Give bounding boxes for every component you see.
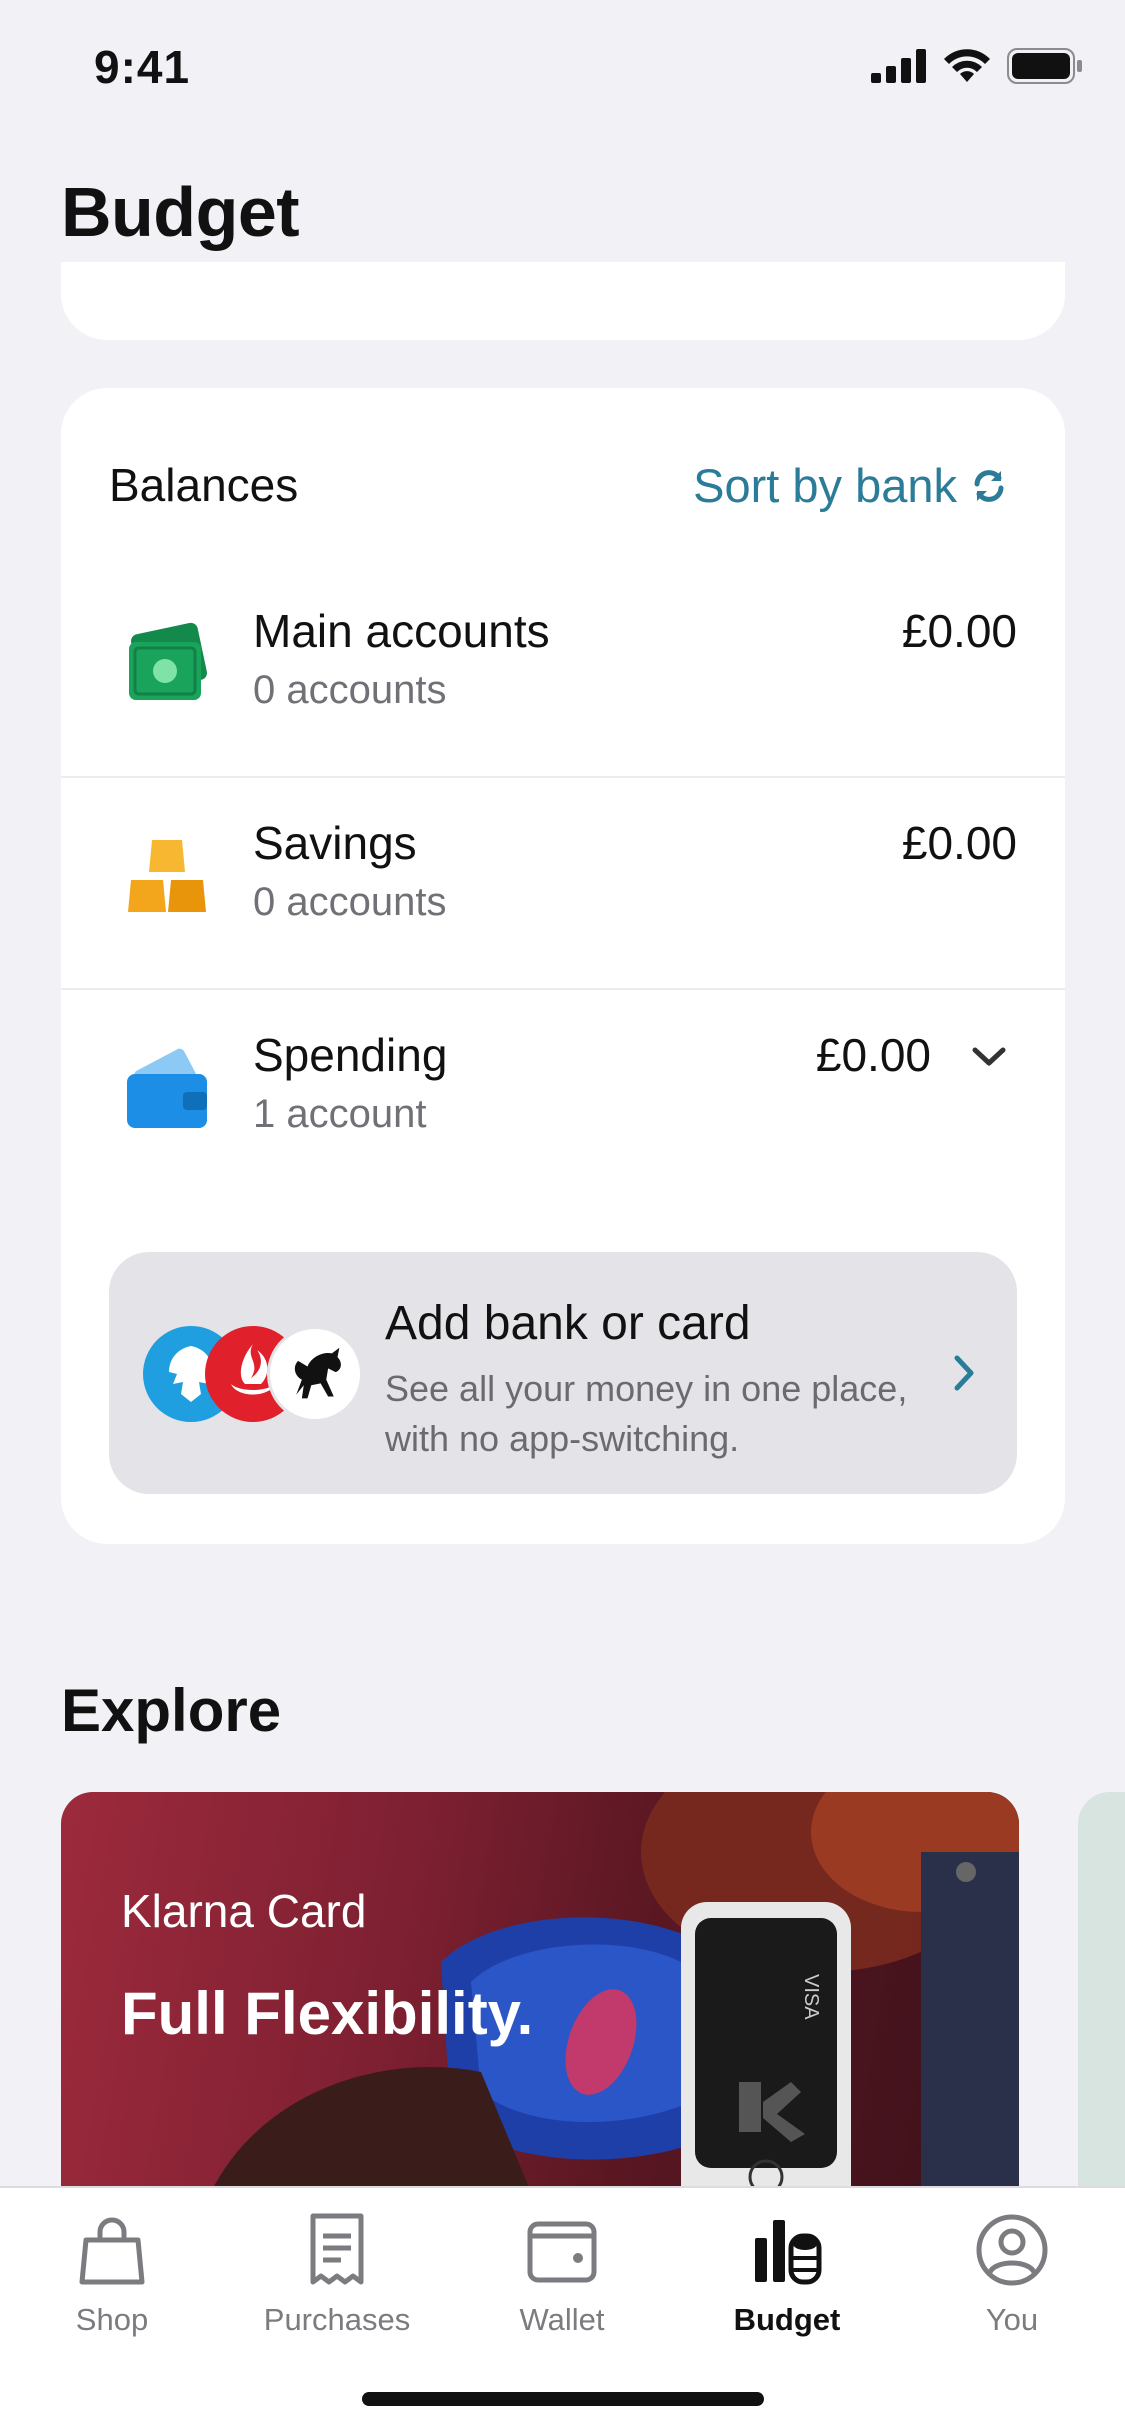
status-icons [871, 48, 1083, 84]
tab-budget[interactable]: Budget [687, 2210, 887, 2350]
refresh-icon [974, 469, 1004, 502]
account-row-spending[interactable]: Spending 1 account £0.00 [61, 990, 1065, 1202]
account-count: 1 account [253, 1092, 427, 1136]
promo-headline: Full Flexibility. [121, 1980, 534, 2047]
sort-label: Sort by bank [693, 459, 957, 512]
tab-label: Purchases [263, 2302, 411, 2337]
gold-bars-icon [128, 840, 206, 912]
account-amount: £0.00 [901, 605, 1017, 657]
tab-shop[interactable]: Shop [12, 2210, 212, 2350]
tab-label: You [985, 2302, 1039, 2337]
balances-card: Balances Sort by bank Main accounts 0 ac… [61, 388, 1065, 1544]
svg-text:VISA: VISA [800, 1974, 822, 2020]
explore-title: Explore [61, 1677, 282, 1744]
status-time: 9:41 [94, 41, 191, 93]
account-row-main[interactable]: Main accounts 0 accounts £0.00 [61, 566, 1065, 778]
battery-icon [1007, 48, 1082, 84]
shopping-bag-icon [79, 2217, 145, 2285]
add-bank-subtitle: See all your money in one place, with no… [385, 1368, 908, 1459]
account-count: 0 accounts [253, 880, 447, 924]
horse-bank-logo-icon [267, 1326, 363, 1422]
receipt-icon [310, 2213, 364, 2285]
tab-label: Budget [733, 2302, 841, 2337]
promo-brand: Klarna Card [121, 1885, 367, 1937]
chevron-right-icon [954, 1355, 974, 1391]
cellular-signal-icon [871, 49, 926, 83]
tab-label: Shop [75, 2302, 149, 2337]
status-bar: 9:41 [0, 0, 1125, 140]
sort-by-bank-button[interactable]: Sort by bank [693, 458, 1007, 513]
tab-wallet[interactable]: Wallet [462, 2210, 662, 2350]
profile-icon [976, 2214, 1048, 2286]
wifi-icon [944, 49, 990, 82]
tab-label: Wallet [519, 2302, 605, 2337]
account-count: 0 accounts [253, 668, 447, 712]
tab-purchases[interactable]: Purchases [237, 2210, 437, 2350]
tab-you[interactable]: You [912, 2210, 1112, 2350]
account-row-savings[interactable]: Savings 0 accounts £0.00 [61, 778, 1065, 990]
previous-card-fragment [61, 262, 1065, 340]
page-title: Budget [61, 173, 300, 251]
wallet-icon [527, 2221, 597, 2283]
home-indicator [362, 2392, 764, 2406]
klarna-card-promo[interactable]: VISA Klarna Card Full Flexibility. [61, 1792, 1019, 2192]
add-bank-title: Add bank or card [385, 1297, 751, 1350]
next-promo-card-peek[interactable] [1078, 1792, 1125, 2192]
account-name: Savings [253, 817, 417, 869]
bank-logos [143, 1326, 363, 1422]
account-name: Spending [253, 1029, 448, 1081]
budget-icon [755, 2220, 822, 2285]
account-amount: £0.00 [815, 1029, 931, 1081]
wallet-icon [127, 1048, 207, 1128]
account-name: Main accounts [253, 605, 550, 657]
account-amount: £0.00 [901, 817, 1017, 869]
balances-title: Balances [109, 459, 299, 511]
cash-icon [129, 622, 207, 700]
chevron-down-icon[interactable] [969, 1036, 1009, 1076]
add-bank-or-card-button[interactable]: Add bank or card See all your money in o… [109, 1252, 1017, 1494]
